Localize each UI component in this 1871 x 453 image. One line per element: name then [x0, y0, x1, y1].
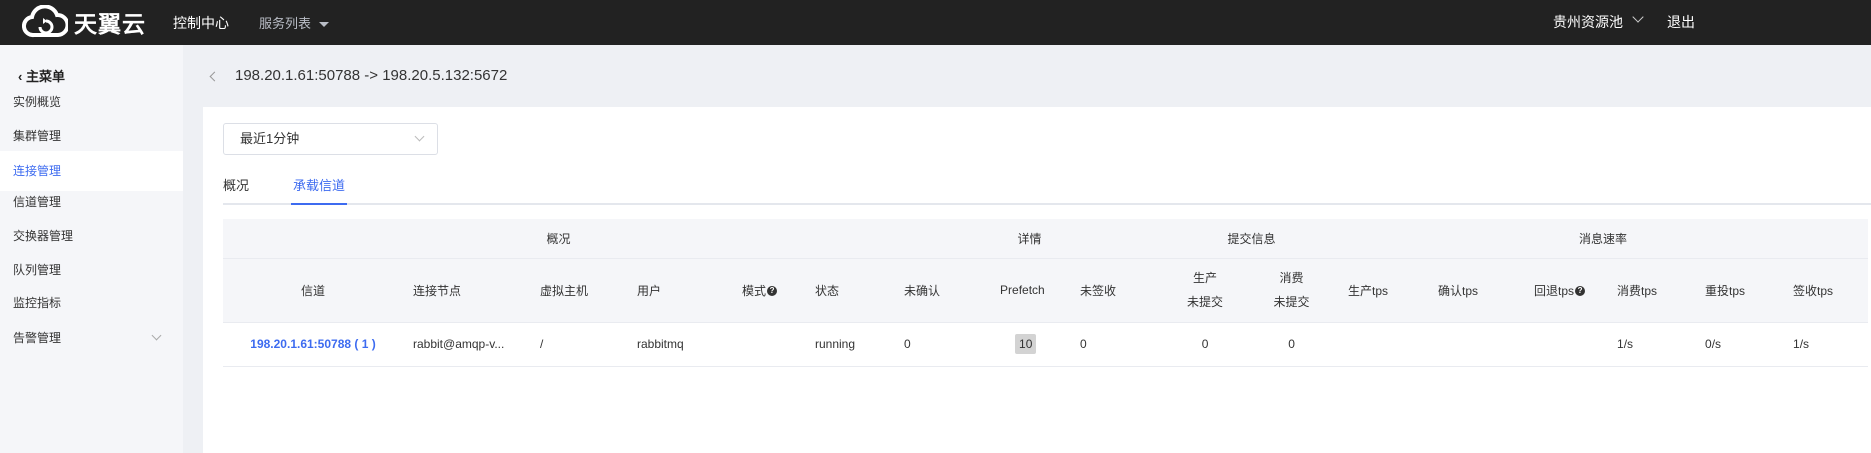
sidebar-item-alarm-label: 告警管理: [13, 331, 62, 345]
chevron-down-icon: [151, 330, 162, 341]
col-node: 连接节点: [403, 258, 530, 323]
group-message-rate: 消息速率: [1338, 219, 1869, 259]
table-row: 198.20.1.61:50788 ( 1 ) rabbit@amqp-v...…: [223, 322, 1869, 367]
cell-vhost: /: [530, 322, 627, 367]
col-vhost: 虚拟主机: [530, 258, 627, 323]
prefetch-badge: 10: [1015, 334, 1037, 354]
top-bar: 天翼云 控制中心 服务列表 贵州资源池 退出: [0, 0, 1871, 45]
col-consume-tps: 消费tps: [1607, 258, 1696, 323]
tab-bar: 概况 承载信道: [223, 175, 1871, 205]
sidebar-item-cluster[interactable]: 集群管理: [0, 116, 183, 156]
cell-nack-tps: [1524, 322, 1608, 367]
time-range-value: 最近1分钟: [240, 131, 300, 146]
cell-unconfirmed: 0: [1070, 322, 1166, 367]
region-selector[interactable]: 贵州资源池: [1553, 12, 1623, 32]
tab-channels[interactable]: 承载信道: [291, 175, 347, 205]
cell-redeliver-tps: 0/s: [1695, 322, 1784, 367]
sidebar-item-monitoring[interactable]: 监控指标: [0, 283, 183, 323]
cell-sign-tps: 1/s: [1783, 322, 1869, 367]
brand-logo[interactable]: 天翼云: [22, 5, 146, 39]
cell-user: rabbitmq: [627, 322, 732, 367]
col-channel: 信道: [223, 258, 403, 323]
col-publish-label: 生产: [1193, 271, 1218, 285]
col-unacked: 未确认: [894, 258, 991, 323]
channel-table: 概况 详情 提交信息 消息速率 信道 连接节点 虚拟主机 用户 模式? 状态 未…: [223, 219, 1869, 367]
group-details: 详情: [894, 219, 1166, 259]
col-uncommitted-label: 未提交: [1187, 295, 1224, 309]
col-ack-tps: 确认tps: [1428, 258, 1525, 323]
service-list-menu[interactable]: 服务列表: [259, 13, 330, 32]
col-state: 状态: [805, 258, 895, 323]
col-prefetch: Prefetch: [990, 258, 1071, 323]
col-uncommitted-label: 未提交: [1273, 295, 1310, 309]
cell-state: running: [805, 322, 895, 367]
caret-down-icon: [319, 22, 330, 28]
help-icon[interactable]: ?: [767, 286, 778, 297]
chevron-down-icon: [414, 131, 425, 142]
page-title: 198.20.1.61:50788 -> 198.20.5.132:5672: [235, 67, 508, 84]
cell-ack-tps: [1428, 322, 1525, 367]
cell-node: rabbit@amqp-v...: [403, 322, 530, 367]
col-publish-tps: 生产tps: [1338, 258, 1429, 323]
col-publish-uncommitted: 生产 未提交: [1165, 258, 1246, 323]
time-range-select[interactable]: 最近1分钟: [223, 123, 438, 155]
brand-name: 天翼云: [74, 11, 146, 37]
cloud-logo-icon: [22, 5, 68, 38]
col-mode: 模式?: [732, 258, 805, 323]
console-link[interactable]: 控制中心: [173, 13, 229, 33]
col-consume-label: 消费: [1279, 271, 1304, 285]
tab-overview[interactable]: 概况: [223, 175, 249, 205]
cell-mode: [732, 322, 805, 367]
chevron-down-icon[interactable]: [1632, 11, 1644, 23]
group-commit-info: 提交信息: [1165, 219, 1339, 259]
cell-publish-tps: [1338, 322, 1429, 367]
col-nack-tps: 回退tps?: [1524, 258, 1608, 323]
col-unconfirmed: 未签收: [1070, 258, 1166, 323]
logout-link[interactable]: 退出: [1667, 12, 1695, 32]
cell-publish-uncommitted: 0: [1165, 322, 1246, 367]
channel-link[interactable]: 198.20.1.61:50788 ( 1 ): [250, 337, 375, 351]
col-nack-label: 回退tps: [1534, 283, 1575, 298]
col-consume-uncommitted: 消费 未提交: [1245, 258, 1339, 323]
cell-consume-tps: 1/s: [1607, 322, 1696, 367]
sidebar-item-alarm[interactable]: 告警管理: [0, 318, 183, 358]
help-icon[interactable]: ?: [1575, 286, 1586, 297]
back-arrow-icon[interactable]: [209, 71, 220, 82]
sidebar: ‹ 主菜单 实例概览 集群管理 连接管理 信道管理 交换器管理 队列管理 监控指…: [0, 45, 183, 453]
cell-unacked: 0: [894, 322, 991, 367]
group-overview: 概况: [223, 219, 895, 259]
col-redeliver-tps: 重投tps: [1695, 258, 1784, 323]
col-sign-tps: 签收tps: [1783, 258, 1869, 323]
col-mode-label: 模式: [742, 283, 767, 298]
service-list-label: 服务列表: [259, 16, 312, 31]
col-user: 用户: [627, 258, 732, 323]
cell-consume-uncommitted: 0: [1245, 322, 1339, 367]
